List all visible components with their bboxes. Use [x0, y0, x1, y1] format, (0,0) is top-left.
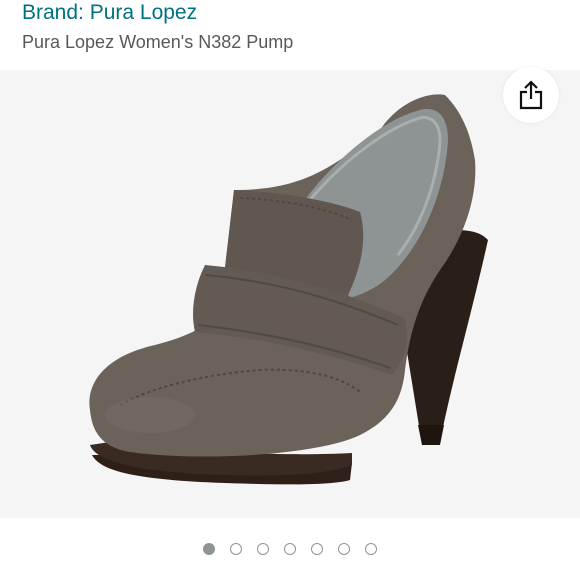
- carousel-dot[interactable]: [203, 543, 215, 555]
- product-image-container[interactable]: [0, 70, 580, 518]
- shoe-heel-tip: [418, 425, 444, 445]
- image-carousel-indicators: [0, 540, 580, 558]
- carousel-dot[interactable]: [338, 543, 350, 555]
- product-image[interactable]: [0, 70, 580, 518]
- product-detail-page: Brand: Pura Lopez Pura Lopez Women's N38…: [0, 0, 580, 580]
- carousel-dot[interactable]: [284, 543, 296, 555]
- share-icon: [518, 80, 544, 110]
- product-title: Pura Lopez Women's N382 Pump: [22, 32, 294, 52]
- carousel-dot[interactable]: [230, 543, 242, 555]
- carousel-dot[interactable]: [311, 543, 323, 555]
- carousel-dot[interactable]: [365, 543, 377, 555]
- share-button[interactable]: [503, 67, 559, 123]
- brand-link[interactable]: Brand: Pura Lopez: [22, 0, 197, 26]
- carousel-dot[interactable]: [257, 543, 269, 555]
